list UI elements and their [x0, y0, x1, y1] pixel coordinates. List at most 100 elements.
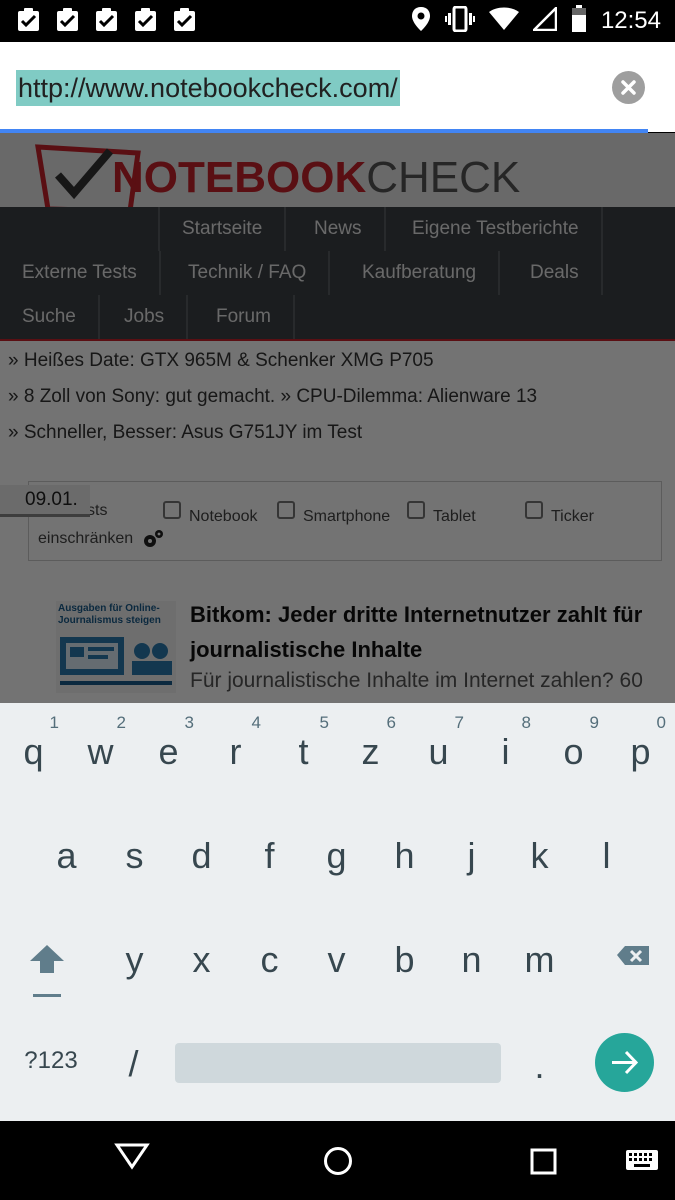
filter-restrict[interactable]: einschränken — [38, 528, 165, 550]
key-q[interactable]: 1q — [0, 703, 67, 803]
location-icon — [411, 6, 431, 37]
backspace-key[interactable] — [595, 911, 665, 1011]
key-w[interactable]: 2w — [67, 703, 134, 803]
key-x[interactable]: x — [168, 911, 235, 1011]
back-button[interactable] — [114, 1141, 150, 1176]
filter-partial-label: sts — [87, 502, 108, 519]
nav-jobs[interactable]: Jobs — [102, 295, 189, 339]
article-title[interactable]: Bitkom: Jeder dritte Internetnutzer zahl… — [190, 597, 660, 667]
key-s[interactable]: s — [101, 807, 168, 907]
news-link[interactable]: » Heißes Date: GTX 965M & Schenker XMG P… — [8, 343, 668, 379]
notification-icons — [16, 8, 197, 32]
key-c[interactable]: c — [236, 911, 303, 1011]
key-h[interactable]: h — [371, 807, 438, 907]
space-key[interactable] — [175, 1043, 501, 1083]
nav-technik-faq[interactable]: Technik / FAQ — [166, 251, 331, 295]
key-j[interactable]: j — [438, 807, 505, 907]
key-label: b — [394, 939, 415, 980]
url-input[interactable]: http://www.notebookcheck.com/ — [16, 70, 400, 106]
key-a[interactable]: a — [33, 807, 100, 907]
backspace-icon — [617, 946, 649, 965]
news-link[interactable]: » 8 Zoll von Sony: gut gemacht. » CPU-Di… — [8, 379, 668, 415]
clipboard-check-icon — [55, 8, 80, 32]
vibrate-icon — [444, 5, 475, 37]
filter-notebook[interactable]: Notebook — [163, 494, 258, 526]
key-label: c — [260, 939, 279, 980]
article-thumbnail[interactable]: Ausgaben für Online-Journalismus steigen — [56, 601, 176, 693]
nav-eigene-testberichte[interactable]: Eigene Testberichte — [390, 207, 603, 251]
go-key[interactable] — [595, 1033, 654, 1092]
filter-smartphone[interactable]: Smartphone — [277, 494, 390, 526]
key-r[interactable]: 4r — [202, 703, 269, 803]
key-u[interactable]: 7u — [405, 703, 472, 803]
news-ticker: » Heißes Date: GTX 965M & Schenker XMG P… — [8, 343, 668, 451]
filter-label: Smartphone — [303, 508, 391, 525]
key-m[interactable]: m — [506, 911, 573, 1011]
key-e[interactable]: 3e — [135, 703, 202, 803]
key-label: z — [361, 731, 380, 772]
key-i[interactable]: 8i — [472, 703, 539, 803]
web-page[interactable]: NOTEBOOKCHECK Startseite News Eigene Tes… — [0, 133, 675, 703]
nav-deals[interactable]: Deals — [508, 251, 603, 295]
key-hint: 4 — [251, 713, 261, 732]
key-label: l — [602, 835, 611, 876]
key-label: w — [87, 731, 114, 772]
home-icon — [324, 1147, 352, 1175]
key-label: y — [125, 939, 144, 980]
key-label: x — [192, 939, 211, 980]
checkbox[interactable] — [277, 501, 295, 519]
key-label: s — [125, 835, 144, 876]
checkbox[interactable] — [525, 501, 543, 519]
recents-button[interactable] — [530, 1148, 558, 1181]
checkbox[interactable] — [163, 501, 181, 519]
key-label: j — [467, 835, 476, 876]
key-hint: 7 — [454, 713, 464, 732]
key-label: h — [394, 835, 415, 876]
key-hint: 3 — [184, 713, 194, 732]
key-label: d — [191, 835, 212, 876]
keyboard-icon — [626, 1150, 658, 1170]
shift-key[interactable] — [12, 911, 82, 1011]
key-g[interactable]: g — [303, 807, 370, 907]
logo-part1: NOTEBOOK — [112, 153, 367, 202]
nav-startseite[interactable]: Startseite — [158, 207, 287, 251]
home-button[interactable] — [322, 1145, 354, 1182]
key-label: k — [530, 835, 549, 876]
key-v[interactable]: v — [303, 911, 370, 1011]
nav-externe-tests[interactable]: Externe Tests — [0, 251, 161, 295]
key-label: ?123 — [24, 1047, 78, 1074]
key-o[interactable]: 9o — [540, 703, 607, 803]
key-b[interactable]: b — [371, 911, 438, 1011]
clear-url-button[interactable] — [612, 71, 645, 104]
key-p[interactable]: 0p — [607, 703, 674, 803]
key-n[interactable]: n — [438, 911, 505, 1011]
site-logo[interactable]: NOTEBOOKCHECK — [112, 153, 520, 203]
keyboard-switch-button[interactable] — [625, 1149, 659, 1178]
arrow-right-icon — [612, 1050, 639, 1075]
system-icons: 12:54 — [411, 4, 661, 37]
nav-forum[interactable]: Forum — [194, 295, 295, 339]
nav-kaufberatung[interactable]: Kaufberatung — [340, 251, 501, 295]
back-icon — [114, 1143, 150, 1170]
checkbox[interactable] — [407, 501, 425, 519]
site-nav: Startseite News Eigene Testberichte Exte… — [0, 207, 675, 341]
key-f[interactable]: f — [236, 807, 303, 907]
filter-ticker[interactable]: Ticker — [525, 494, 594, 526]
news-link[interactable]: » Schneller, Besser: Asus G751JY im Test — [8, 415, 668, 451]
key-label: i — [501, 731, 510, 772]
key-t[interactable]: 5t — [270, 703, 337, 803]
key-label: o — [563, 731, 584, 772]
nav-suche[interactable]: Suche — [0, 295, 100, 339]
key-k[interactable]: k — [506, 807, 573, 907]
period-key[interactable]: . — [506, 1013, 573, 1113]
key-d[interactable]: d — [168, 807, 235, 907]
key-y[interactable]: y — [101, 911, 168, 1011]
filter-tablet[interactable]: Tablet — [407, 494, 476, 526]
nav-news[interactable]: News — [292, 207, 386, 251]
clipboard-check-icon — [172, 8, 197, 32]
key-hint: 8 — [521, 713, 531, 732]
key-z[interactable]: 6z — [337, 703, 404, 803]
key-l[interactable]: l — [573, 807, 640, 907]
slash-key[interactable]: / — [100, 1013, 167, 1113]
symbols-key[interactable]: ?123 — [10, 1013, 92, 1113]
